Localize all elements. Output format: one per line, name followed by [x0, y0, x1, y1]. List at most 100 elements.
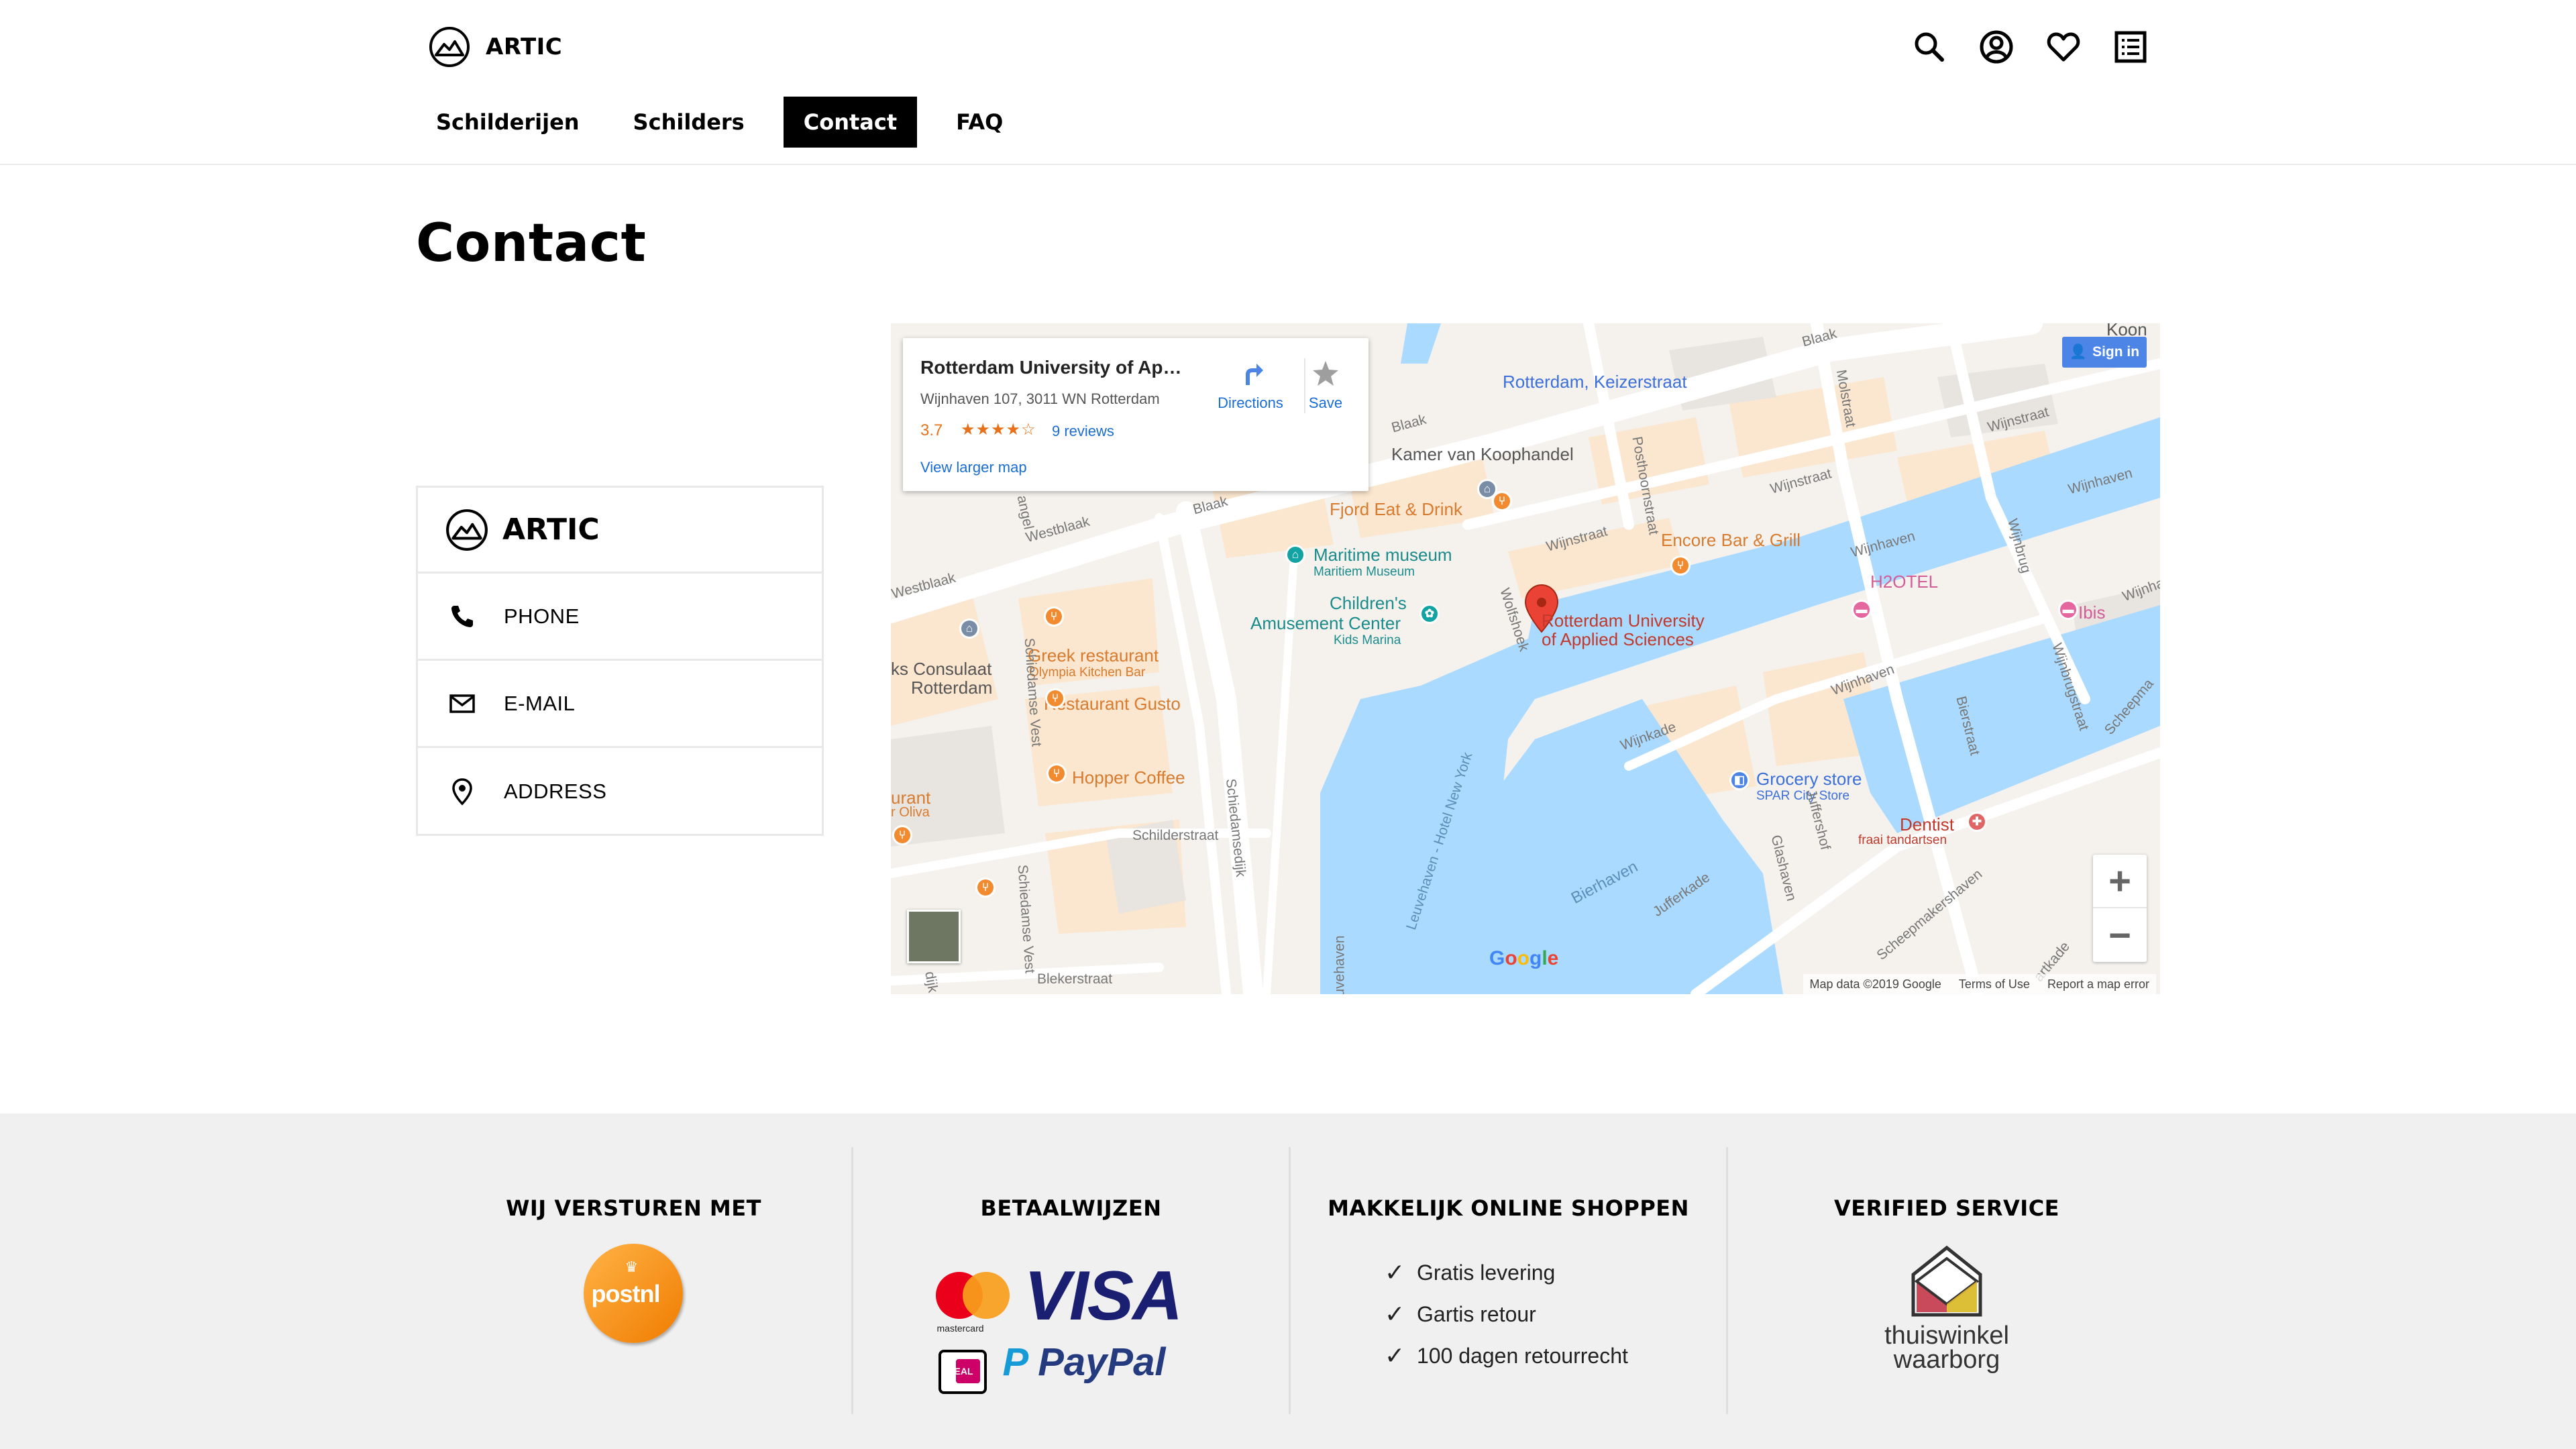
amusement-pin-icon[interactable]: ✿ [1419, 604, 1440, 624]
map-label-hopper[interactable]: Hopper Coffee [1072, 767, 1185, 788]
map-label-university-1[interactable]: Rotterdam University [1542, 610, 1705, 631]
check-icon: ✓ [1385, 1342, 1405, 1369]
map-label-encore[interactable]: Encore Bar & Grill [1661, 530, 1801, 551]
google-logo: Google [1489, 947, 1559, 969]
waarborg-text: waarborg [1893, 1346, 2000, 1374]
phone-icon [451, 605, 473, 627]
restaurant-pin-icon[interactable]: ⑂ [1670, 555, 1690, 576]
map-label-h2otel[interactable]: H2OTEL [1870, 572, 1938, 592]
restaurant-pin-icon[interactable]: ⑂ [1492, 491, 1512, 511]
check-icon: ✓ [1385, 1300, 1405, 1328]
dentist-pin-icon[interactable]: ✚ [1967, 812, 1987, 832]
ideal-logo: iDEAL [938, 1350, 987, 1394]
directions-icon [1246, 364, 1263, 385]
footer-shipping-title: WIJ VERSTUREN MET [506, 1195, 761, 1221]
nav-faq[interactable]: FAQ [941, 97, 1018, 148]
rating-stars-icon: ★★★★☆ [961, 421, 1036, 439]
mountain-logo-icon [446, 508, 488, 551]
map-attribution: Map data ©2019 Google Terms of Use Repor… [1803, 974, 2156, 994]
directions-label: Directions [1218, 394, 1283, 411]
hotel-pin-icon[interactable]: ▬ [2058, 600, 2078, 620]
footer-verified-title: VERIFIED SERVICE [1833, 1195, 2060, 1221]
location-pin-icon [452, 778, 472, 806]
footer-payment-title: BETAALWIJZEN [980, 1195, 1162, 1221]
hotel-pin-icon[interactable]: ▬ [1851, 600, 1872, 620]
star-icon [1313, 361, 1338, 386]
map-label-grocery[interactable]: Grocery store [1756, 769, 1862, 790]
contact-card-brand-name: ARTIC [502, 513, 600, 547]
nav-schilders[interactable]: Schilders [619, 97, 759, 148]
map-label-kamer[interactable]: Kamer van Koophandel [1391, 444, 1574, 465]
nav-schilderijen[interactable]: Schilderijen [421, 97, 594, 148]
contact-card: ARTIC PHONE E-MAIL ADDRESS [416, 486, 824, 836]
list-item: ✓ 100 dagen retourrecht [1385, 1335, 1726, 1377]
map-label-consulaat-1[interactable]: ks Consulaat [891, 659, 991, 680]
terms-of-use-link[interactable]: Terms of Use [1959, 977, 2030, 991]
site-footer: WIJ VERSTUREN MET ♛ postnl BETAALWIJZEN … [0, 1114, 2576, 1449]
restaurant-pin-icon[interactable]: ⑂ [1045, 688, 1065, 708]
postnl-logo: ♛ postnl [583, 1244, 684, 1344]
nav-contact[interactable]: Contact [783, 97, 918, 148]
list-item: ✓ Gratis levering [1385, 1252, 1726, 1293]
mail-icon [449, 694, 475, 713]
brand-name: ARTIC [486, 34, 563, 60]
map-label-dentist-sub: fraai tandartsen [1858, 833, 1947, 847]
user-icon: 👤 [2069, 344, 2088, 360]
grocery-pin-icon[interactable]: ◧ [1729, 770, 1750, 790]
contact-email-label: E-MAIL [504, 691, 576, 715]
place-title: Rotterdam University of Appli... [920, 357, 1189, 378]
account-icon[interactable] [1978, 28, 2015, 66]
report-error-link[interactable]: Report a map error [2047, 977, 2149, 991]
map-label-childrens-1[interactable]: Children's [1330, 593, 1407, 614]
thuiswinkel-logo: thuiswinkel waarborg [1873, 1241, 2021, 1375]
contact-row-phone[interactable]: PHONE [418, 574, 822, 661]
ideal-text: iDEAL [945, 1366, 973, 1377]
zoom-control: + − [2093, 855, 2147, 962]
map-label-childrens-2[interactable]: Amusement Center [1250, 613, 1401, 634]
list-icon[interactable] [2112, 28, 2149, 66]
contact-row-address[interactable]: ADDRESS [418, 748, 822, 835]
map-label-keizerstraat[interactable]: Rotterdam, Keizerstraat [1503, 372, 1687, 392]
street-uvehaven: uvehaven [1332, 935, 1348, 994]
map-label-greek[interactable]: Greek restaurant [1028, 645, 1159, 666]
map-label-dentist[interactable]: Dentist [1900, 814, 1954, 835]
contact-row-email[interactable]: E-MAIL [418, 661, 822, 748]
cafe-pin-icon[interactable]: ⑂ [1046, 763, 1067, 784]
heart-icon[interactable] [2045, 28, 2082, 66]
satellite-toggle[interactable] [907, 910, 961, 963]
map-label-maritime[interactable]: Maritime museum [1313, 545, 1452, 566]
reviews-link[interactable]: 9 reviews [1052, 423, 1114, 440]
search-icon[interactable] [1911, 28, 1948, 66]
restaurant-pin-icon[interactable]: ⑂ [975, 877, 996, 898]
view-larger-map-link[interactable]: View larger map [920, 459, 1027, 476]
restaurant-pin-icon[interactable]: ⑂ [1044, 606, 1064, 627]
footer-verified: VERIFIED SERVICE thuiswinkel waarborg [1728, 1147, 2165, 1414]
street-blekerstraat: Blekerstraat [1037, 971, 1113, 987]
house-icon [1911, 1245, 1982, 1317]
shopping-benefits-list: ✓ Gratis levering ✓ Gartis retour ✓ 100 dag… [1291, 1252, 1726, 1377]
check-icon: ✓ [1385, 1258, 1405, 1286]
map-label-fjord[interactable]: Fjord Eat & Drink [1330, 499, 1462, 520]
street-dijk: dijk [922, 970, 941, 994]
museum-teal-pin-icon[interactable]: ⌂ [1285, 545, 1305, 565]
mastercard-logo: mastercard [935, 1272, 1010, 1334]
payment-logos: mastercard VISA iDEAL P PayPal [917, 1253, 1226, 1394]
site-header: ARTIC Schilderijen Schilders Contact FAQ [0, 0, 2576, 165]
save-button[interactable]: Save [1292, 358, 1359, 412]
header-icons [1911, 28, 2179, 66]
zoom-out-button[interactable]: − [2093, 908, 2147, 962]
zoom-in-button[interactable]: + [2093, 855, 2147, 908]
map-label-ibis[interactable]: Ibis [2078, 602, 2105, 623]
map-label-university-2[interactable]: of Applied Sciences [1542, 629, 1694, 650]
google-map[interactable]: Rotterdam, Keizerstraat Kamer van Koopha… [891, 323, 2160, 994]
page-title: Contact [416, 213, 647, 274]
restaurant-pin-icon[interactable]: ⑂ [892, 825, 912, 845]
map-sign-in-button[interactable]: 👤 Sign in [2062, 337, 2147, 368]
footer-payment: BETAALWIJZEN mastercard VISA iDEAL P PayP… [853, 1147, 1291, 1414]
paypal-text: PayPal [1038, 1340, 1166, 1384]
list-item: ✓ Gartis retour [1385, 1293, 1726, 1335]
consulate-pin-icon[interactable]: ⌂ [959, 619, 979, 639]
directions-button[interactable]: Directions [1210, 358, 1291, 412]
map-label-consulaat-2[interactable]: Rotterdam [911, 678, 992, 698]
site-logo[interactable]: ARTIC [428, 25, 562, 68]
